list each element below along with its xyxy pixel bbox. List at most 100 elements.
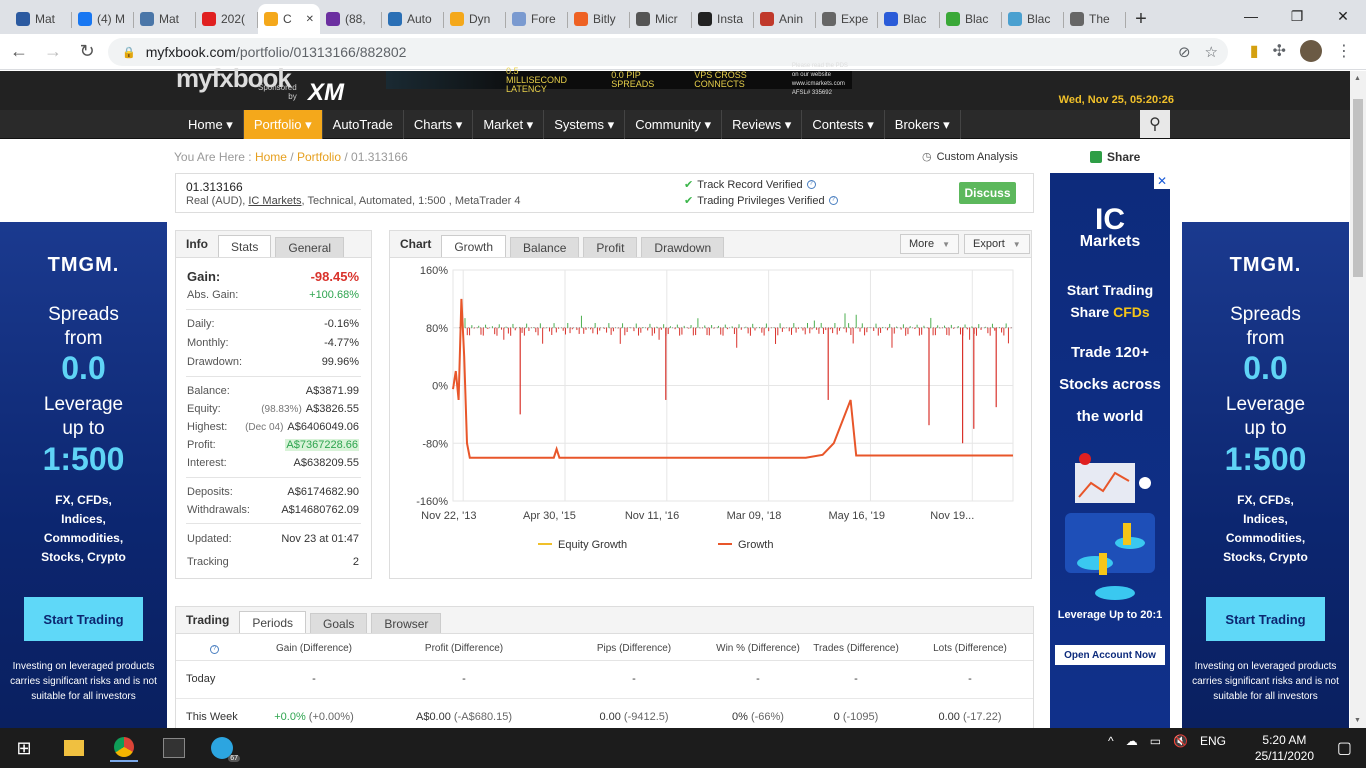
xm-logo[interactable]: XM (308, 79, 344, 107)
nav-item[interactable]: Contests ▾ (802, 110, 885, 139)
discuss-button[interactable]: Discuss (959, 182, 1016, 204)
scroll-up-arrow[interactable]: ▲ (1354, 75, 1361, 82)
nav-item[interactable]: Systems ▾ (544, 110, 626, 139)
extensions-puzzle-icon[interactable]: ✣ (1273, 41, 1286, 61)
browser-tab[interactable]: (4) M (72, 4, 134, 34)
address-bar[interactable]: 🔒 myfxbook.com/portfolio/01313166/882802… (108, 38, 1228, 66)
nav-item[interactable]: Market ▾ (473, 110, 545, 139)
network-icon[interactable]: ▭ (1150, 734, 1161, 748)
browser-tab[interactable]: C ✕ (258, 4, 320, 34)
chrome-icon[interactable] (110, 734, 138, 762)
browser-tab[interactable]: Blac (1002, 4, 1064, 34)
browser-tab[interactable]: Bitly (568, 4, 630, 34)
new-tab-button[interactable]: + (1126, 4, 1156, 34)
browser-tab[interactable]: Insta (692, 4, 754, 34)
micro-icon (636, 12, 650, 26)
extension-wallet-icon[interactable]: ▮ (1250, 41, 1259, 61)
telegram-badge: 67 (228, 755, 240, 762)
nav-item[interactable]: AutoTrade (323, 110, 404, 139)
nav-item[interactable]: Reviews ▾ (722, 110, 803, 139)
export-dropdown[interactable]: Export ▼ (964, 234, 1030, 254)
notification-icon[interactable]: ▢ (1337, 738, 1352, 758)
tmgm-ad-left[interactable]: TMGM. Spreads from 0.0 Leverage up to 1:50… (0, 222, 167, 728)
browser-tab[interactable]: Dyn (444, 4, 506, 34)
close-tab-icon[interactable]: ✕ (306, 14, 314, 25)
taskbar-clock[interactable]: 5:20 AM 25/11/2020 (1255, 732, 1314, 764)
onedrive-cloud-icon[interactable]: ☁ (1126, 734, 1138, 748)
browser-tab[interactable]: Micr (630, 4, 692, 34)
nav-item[interactable]: Home ▾ (178, 110, 244, 139)
close-ad-icon[interactable]: ✕ (1154, 173, 1170, 189)
tab-general[interactable]: General (275, 237, 345, 257)
browser-tab[interactable]: 202( (196, 4, 258, 34)
page-scrollbar[interactable]: ▲ ▼ (1350, 71, 1366, 728)
back-button[interactable]: ← (4, 37, 34, 67)
forward-button[interactable]: → (38, 37, 68, 67)
top-ad-banner[interactable]: 0.5 MILLISECOND LATENCY 0.0 PIP SPREADS … (386, 63, 852, 96)
profile-avatar[interactable] (1300, 40, 1322, 62)
breadcrumb-portfolio[interactable]: Portfolio (297, 150, 341, 164)
share-button[interactable]: Share (1090, 150, 1140, 164)
tab-growth[interactable]: Growth (441, 235, 507, 257)
browser-tab[interactable]: (88, (320, 4, 382, 34)
scrollbar-thumb[interactable] (1353, 99, 1363, 277)
telegram-icon[interactable]: 67 (208, 734, 240, 762)
tab-balance[interactable]: Balance (510, 237, 580, 257)
info-panel-title: Info (186, 237, 208, 251)
cell-difference: (+0.00%) (308, 711, 354, 723)
blocked-icon[interactable]: ⊘ (1178, 43, 1191, 61)
help-icon[interactable]: ? (210, 645, 219, 654)
nav-item[interactable]: Charts ▾ (404, 110, 474, 139)
bookmark-star-icon[interactable]: ☆ (1205, 43, 1218, 61)
tab-drawdown[interactable]: Drawdown (641, 237, 725, 257)
file-explorer-icon[interactable] (60, 734, 88, 762)
start-trading-button[interactable]: Start Trading (1206, 597, 1325, 641)
browser-tab[interactable]: Mat (134, 4, 196, 34)
search-icon[interactable]: ⚲ (1140, 110, 1170, 138)
browser-tab[interactable]: Anin (754, 4, 816, 34)
tab-goals[interactable]: Goals (310, 613, 368, 633)
scroll-down-arrow[interactable]: ▼ (1354, 717, 1361, 724)
ic-markets-ad[interactable]: ✕ IC Markets Start Trading Share CFDs Tra… (1050, 173, 1170, 728)
windows-start-icon[interactable]: ⊞ (10, 734, 38, 762)
help-icon[interactable]: ? (806, 180, 816, 189)
nav-item[interactable]: Community ▾ (625, 110, 723, 139)
tab-browser[interactable]: Browser (371, 613, 442, 633)
close-window-button[interactable]: ✕ (1320, 0, 1366, 32)
ad-text: up to (1244, 418, 1287, 439)
tracking-value[interactable]: 2 (353, 556, 359, 568)
browser-tab[interactable]: The (1064, 4, 1126, 34)
broker-link[interactable]: IC Markets (248, 195, 301, 207)
start-trading-button[interactable]: Start Trading (24, 597, 143, 641)
system-tray: ^ ☁ ▭ 🔇 ENG (1108, 734, 1226, 748)
browser-tab[interactable]: Auto (382, 4, 444, 34)
minimize-button[interactable]: — (1228, 0, 1274, 32)
growth-chart[interactable]: 160% 80% 0% -80% -160% Nov 22, '13 Apr 30, '15… (390, 259, 1031, 579)
tab-stats[interactable]: Stats (218, 235, 272, 257)
banner-fine-print: Please read the PDS on our website www.i… (791, 63, 848, 96)
volume-muted-icon[interactable]: 🔇 (1173, 734, 1188, 748)
browser-tab[interactable]: Fore (506, 4, 568, 34)
tmgm-ad-right[interactable]: TMGM. Spreads from 0.0 Leverage up to 1:50… (1182, 222, 1349, 728)
chevron-up-icon[interactable]: ^ (1108, 734, 1114, 748)
menu-dots-icon[interactable]: ⋮ (1336, 41, 1352, 61)
maximize-button[interactable]: ❐ (1274, 0, 1320, 32)
chart-panel-title: Chart (400, 237, 432, 251)
legend-label-equity: Equity Growth (558, 539, 627, 551)
browser-tab[interactable]: Expe (816, 4, 878, 34)
tab-profit[interactable]: Profit (583, 237, 638, 257)
tab-periods[interactable]: Periods (239, 611, 307, 633)
nav-item[interactable]: Brokers ▾ (885, 110, 961, 139)
browser-tab[interactable]: Mat (10, 4, 72, 34)
nav-item[interactable]: Portfolio ▾ (243, 110, 323, 139)
metatrader-icon[interactable] (160, 734, 188, 762)
reload-button[interactable]: ↻ (72, 37, 102, 67)
browser-tab[interactable]: Blac (878, 4, 940, 34)
browser-tab[interactable]: Blac (940, 4, 1002, 34)
breadcrumb-home[interactable]: Home (255, 150, 287, 164)
custom-analysis-link[interactable]: ◷ Custom Analysis (922, 150, 1018, 164)
help-icon[interactable]: ? (828, 196, 838, 205)
open-account-button[interactable]: Open Account Now (1055, 645, 1165, 665)
language-indicator[interactable]: ENG (1200, 734, 1226, 748)
more-dropdown[interactable]: More ▼ (900, 234, 959, 254)
